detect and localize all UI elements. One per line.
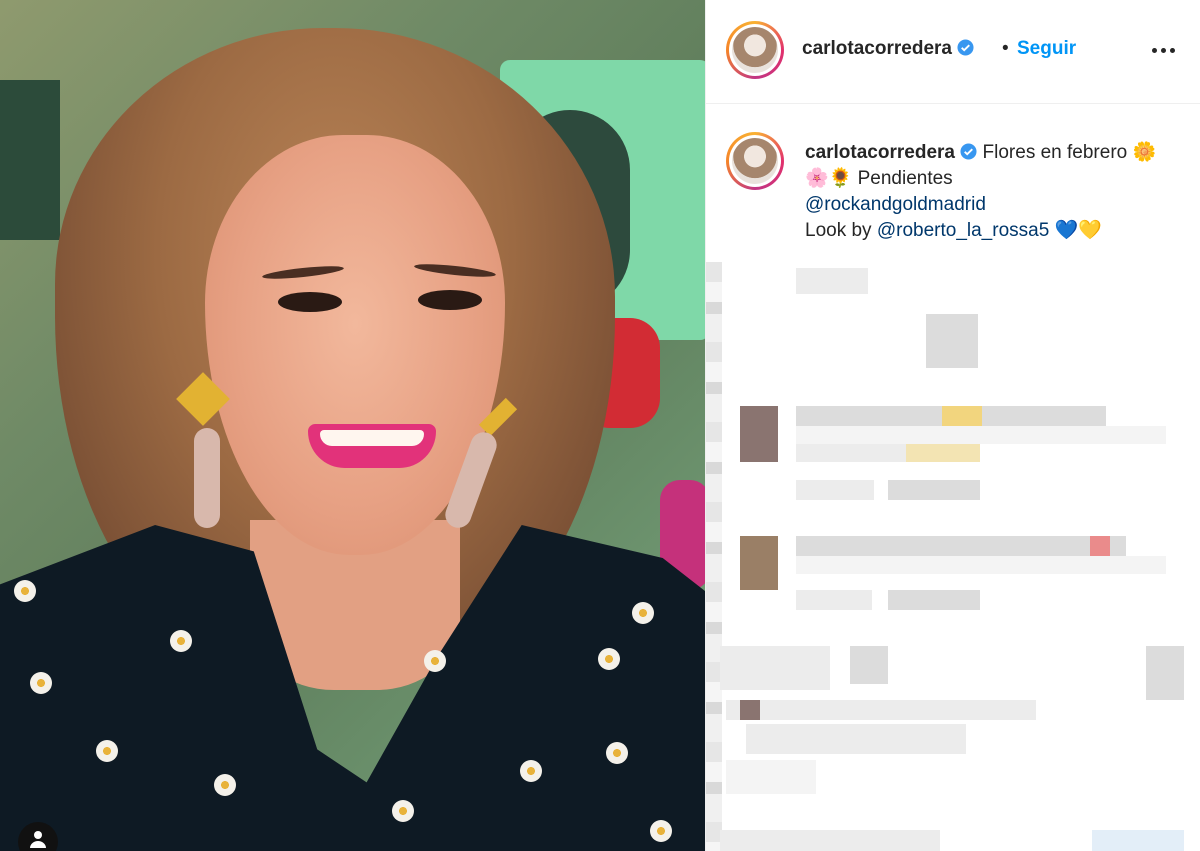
flower-pattern [650, 820, 672, 842]
flower-pattern [96, 740, 118, 762]
blurred-comment [720, 646, 830, 690]
flower-pattern [392, 800, 414, 822]
post-caption: carlotacorredera Flores en febrero 🌼🌸🌻 P… [805, 140, 1165, 244]
caption-text: Look by [805, 220, 872, 241]
blurred-comment [796, 426, 1166, 444]
blurred-element [926, 314, 978, 368]
blurred-emoji [942, 406, 982, 426]
blurred-comment [746, 724, 966, 754]
blurred-edge [706, 262, 722, 851]
blurred-element [850, 646, 888, 684]
flower-pattern [170, 630, 192, 652]
flower-pattern [424, 650, 446, 672]
blurred-meta [888, 590, 980, 610]
blurred-comment [796, 556, 1166, 574]
blurred-comment [796, 444, 906, 462]
blurred-element [1146, 646, 1184, 700]
earring-shape [194, 428, 220, 528]
blurred-meta [726, 760, 816, 794]
flower-pattern [632, 602, 654, 624]
blurred-meta [796, 480, 874, 500]
eye-shape [278, 292, 342, 312]
background-shape [0, 80, 60, 240]
blurred-comment [796, 536, 1126, 556]
blurred-emoji [1090, 536, 1110, 556]
flower-pattern [520, 760, 542, 782]
eye-shape [418, 290, 482, 310]
blurred-timestamp [796, 268, 868, 294]
teeth-shape [320, 430, 424, 446]
blurred-emoji [906, 444, 980, 462]
post-photo[interactable] [0, 0, 705, 851]
flower-pattern [598, 648, 620, 670]
blurred-meta [796, 590, 872, 610]
person-icon [30, 831, 46, 848]
flower-pattern [214, 774, 236, 796]
blurred-comment [720, 830, 940, 851]
separator-dot: • [1002, 38, 1009, 59]
verified-badge-icon [960, 143, 977, 160]
author-avatar[interactable] [726, 21, 784, 79]
mention-link[interactable]: @rockandgoldmadrid [805, 194, 986, 215]
post-header: carlotacorredera • Seguir [706, 0, 1200, 104]
caption-author-link[interactable]: carlotacorredera [805, 142, 955, 163]
more-options-icon[interactable] [1152, 40, 1182, 60]
blurred-meta [888, 480, 980, 500]
verified-badge-icon [957, 39, 974, 56]
blurred-element [1092, 830, 1184, 851]
blurred-comment [726, 700, 1036, 720]
flower-pattern [606, 742, 628, 764]
caption-text: Flores en febrero [982, 142, 1128, 163]
flower-pattern [14, 580, 36, 602]
caption-text: Pendientes [857, 168, 953, 189]
flower-pattern [30, 672, 52, 694]
blurred-avatar [740, 536, 778, 590]
heart-emojis: 💙💛 [1054, 220, 1102, 241]
blurred-avatar [740, 700, 760, 720]
follow-button[interactable]: Seguir [1017, 38, 1076, 60]
author-username-link[interactable]: carlotacorredera [802, 38, 974, 60]
blurred-avatar [740, 406, 778, 462]
caption-author-avatar[interactable] [726, 132, 784, 190]
mention-link[interactable]: @roberto_la_rossa5 [877, 220, 1049, 241]
post-details-panel: carlotacorredera • Seguir carlotacorrede… [705, 0, 1200, 851]
